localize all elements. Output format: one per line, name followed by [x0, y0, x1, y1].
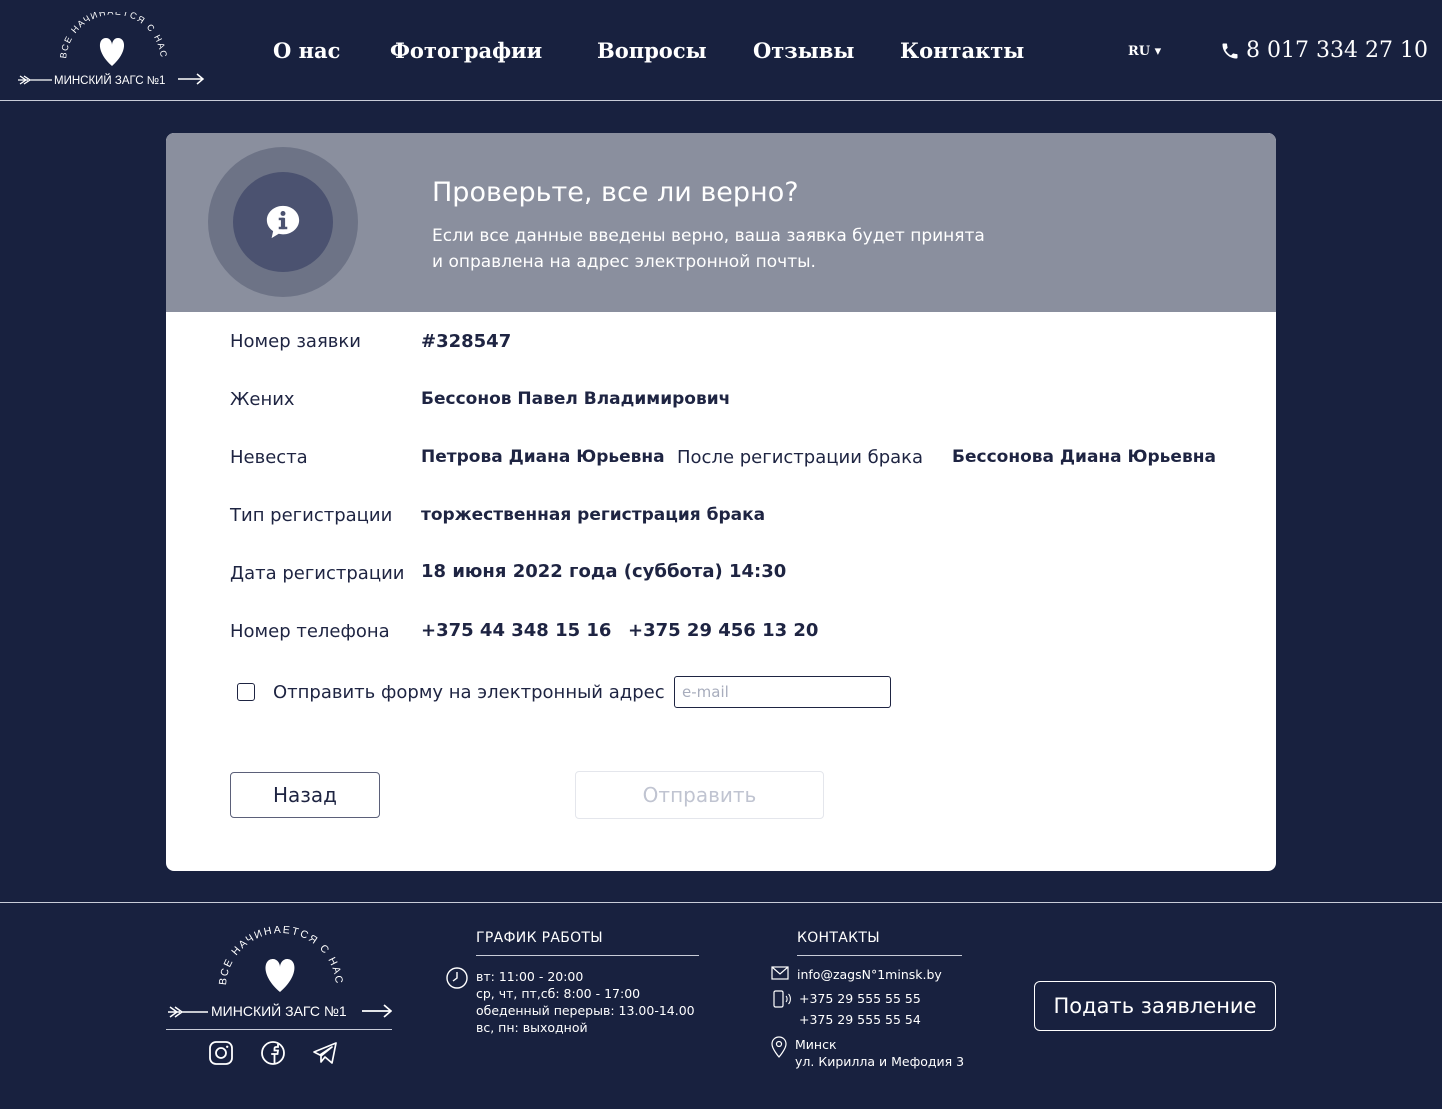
logo[interactable]: ВСЕ НАЧИНАЕТСЯ С НАС МИНСКИЙ ЗАГС №1 — [16, 12, 206, 90]
footer-logo[interactable]: ВСЕ НАЧИНАЕТСЯ С НАС МИНСКИЙ ЗАГС №1 — [166, 924, 393, 1032]
contact-phone-1[interactable]: +375 29 555 55 55 — [799, 990, 921, 1007]
groom-label: Жених — [230, 389, 295, 410]
phone-label: Номер телефона — [230, 621, 390, 642]
telegram-icon[interactable] — [312, 1040, 338, 1066]
bride-after-label: После регистрации брака — [677, 447, 924, 468]
nav-photos[interactable]: Фотографии — [390, 38, 542, 63]
header-phone-number: 8 017 334 27 10 — [1246, 38, 1428, 63]
send-button[interactable]: Отправить — [575, 771, 824, 819]
groom-value: Бессонов Павел Владимирович — [421, 389, 731, 409]
info-bubble-icon — [266, 205, 300, 239]
contact-phone-2[interactable]: +375 29 555 55 54 — [799, 1011, 921, 1028]
nav-contacts[interactable]: Контакты — [900, 38, 1024, 63]
nav-about[interactable]: О нас — [273, 38, 340, 63]
application-number-value: #328547 — [421, 331, 512, 352]
mobile-icon — [773, 990, 791, 1008]
contacts-rule — [797, 955, 962, 956]
logo-emblem-icon: ВСЕ НАЧИНАЕТСЯ С НАС МИНСКИЙ ЗАГС №1 — [18, 12, 205, 87]
confirmation-banner: Проверьте, все ли верно? Если все данные… — [166, 133, 1276, 312]
bride-after-value: Бессонова Диана Юрьевна — [952, 447, 1216, 467]
email-input[interactable] — [674, 676, 891, 708]
contacts-title: КОНТАКТЫ — [797, 930, 880, 946]
svg-text:МИНСКИЙ ЗАГС №1: МИНСКИЙ ЗАГС №1 — [211, 1002, 347, 1019]
bride-value: Петрова Диана Юрьевна — [421, 447, 665, 467]
send-email-checkbox[interactable] — [237, 683, 255, 701]
registration-date-value: 18 июня 2022 года (суббота) 14:30 — [421, 561, 787, 582]
contact-email[interactable]: info@zagsN°1minsk.by — [797, 966, 942, 983]
contact-phones: +375 29 555 55 55 +375 29 555 55 54 — [799, 990, 921, 1028]
location-pin-icon — [771, 1036, 787, 1058]
registration-type-label: Тип регистрации — [230, 505, 393, 526]
confirmation-card: Проверьте, все ли верно? Если все данные… — [166, 133, 1276, 871]
nav-questions[interactable]: Вопросы — [597, 38, 707, 63]
footer-logo-emblem-icon: ВСЕ НАЧИНАЕТСЯ С НАС МИНСКИЙ ЗАГС №1 — [166, 924, 393, 1030]
phone-value-1: +375 44 348 15 16 — [421, 620, 612, 641]
confirmation-description: Если все данные введены верно, ваша заяв… — [432, 226, 985, 272]
schedule-rule — [476, 955, 699, 956]
info-badge — [208, 147, 358, 297]
mail-icon — [771, 966, 789, 980]
registration-type-value: торжественная регистрация брака — [421, 505, 766, 525]
application-number-label: Номер заявки — [230, 331, 361, 352]
send-email-label: Отправить форму на электронный адрес — [273, 682, 665, 703]
clock-icon — [446, 967, 468, 989]
apply-button[interactable]: Подать заявление — [1034, 981, 1276, 1031]
registration-date-label: Дата регистрации — [230, 563, 405, 584]
header-phone[interactable]: 8 017 334 27 10 — [1220, 38, 1428, 63]
facebook-icon[interactable] — [260, 1040, 286, 1066]
schedule-lines: вт: 11:00 - 20:00 ср, чт, пт,сб: 8:00 - … — [476, 969, 695, 1035]
language-selector[interactable]: RU ▾ — [1128, 44, 1161, 59]
svg-text:МИНСКИЙ ЗАГС №1: МИНСКИЙ ЗАГС №1 — [54, 74, 165, 87]
nav-reviews[interactable]: Отзывы — [753, 38, 854, 63]
footer-divider — [0, 902, 1442, 903]
bride-label: Невеста — [230, 447, 308, 468]
schedule-title: ГРАФИК РАБОТЫ — [476, 930, 603, 946]
site-header: ВСЕ НАЧИНАЕТСЯ С НАС МИНСКИЙ ЗАГС №1 О н… — [0, 0, 1442, 101]
phone-value-2: +375 29 456 13 20 — [628, 620, 819, 641]
phone-icon — [1222, 43, 1238, 58]
contact-address: Минск ул. Кирилла и Мефодия 3 — [795, 1037, 965, 1069]
instagram-icon[interactable] — [208, 1040, 234, 1066]
confirmation-title: Проверьте, все ли верно? — [432, 177, 799, 208]
back-button[interactable]: Назад — [230, 772, 380, 818]
